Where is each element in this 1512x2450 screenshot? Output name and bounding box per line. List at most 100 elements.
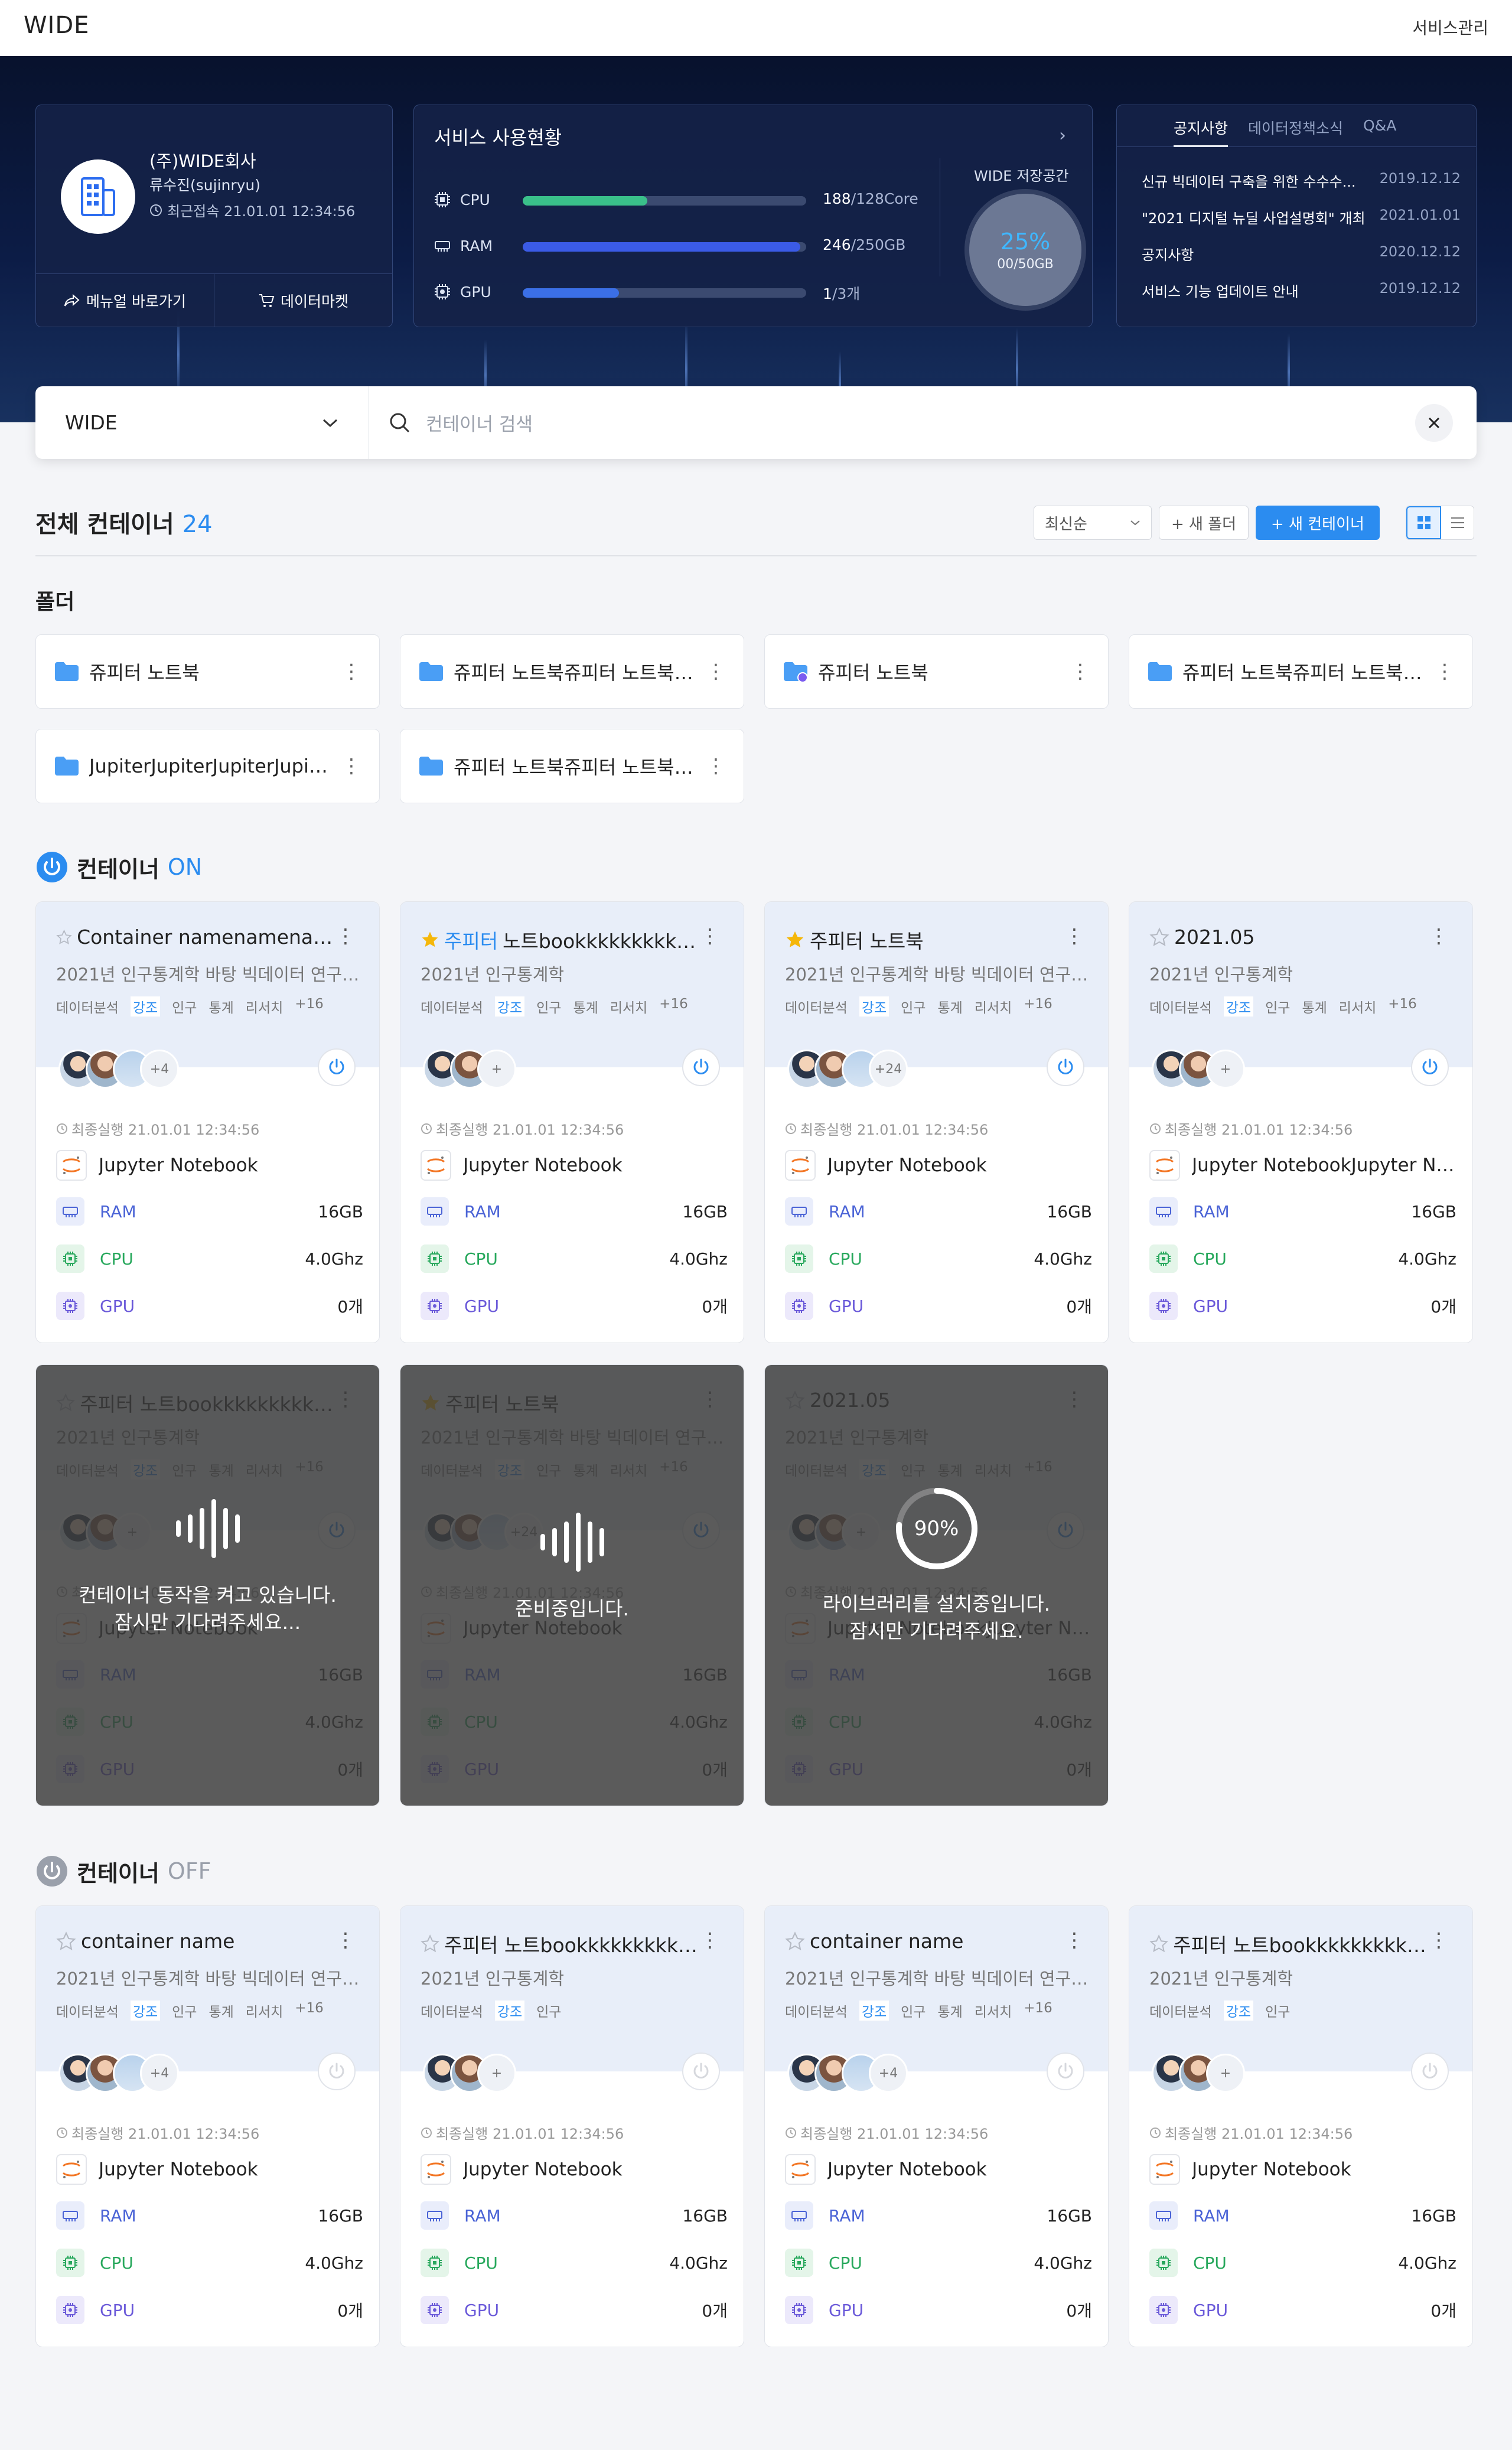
power-toggle-button[interactable]: [1047, 1048, 1084, 1086]
grid-view-button[interactable]: [1406, 506, 1441, 539]
tag[interactable]: +16: [659, 996, 688, 1017]
new-container-button[interactable]: + 새 컨테이너: [1256, 506, 1380, 540]
more-members-badge[interactable]: +24: [869, 1050, 908, 1089]
tag[interactable]: 강조: [1223, 996, 1254, 1017]
tag[interactable]: 인구: [172, 996, 197, 1017]
service-management-link[interactable]: 서비스관리: [1412, 15, 1488, 39]
card-title[interactable]: 2021.05: [1149, 926, 1427, 949]
tag[interactable]: 인구: [536, 2001, 561, 2021]
notice-item[interactable]: 공지사항 2020.12.12: [1142, 243, 1461, 280]
tag[interactable]: 통계: [573, 996, 598, 1017]
tag[interactable]: 인구: [1265, 996, 1290, 1017]
container-card[interactable]: 주피터 노트북⋮2021년 인구통계학 바탕 빅데이터 연구용 프로젝트데이터분…: [764, 901, 1109, 1343]
container-card[interactable]: Container namenamenamename⋮ 2021년 인구통계학 바…: [35, 901, 380, 1343]
tag[interactable]: 통계: [208, 2001, 233, 2021]
tag[interactable]: 리서치: [246, 2001, 283, 2021]
tag[interactable]: 데이터분석: [1149, 2001, 1212, 2021]
power-toggle-button[interactable]: [1411, 1048, 1449, 1086]
folder-item[interactable]: 쥬피터 노트북쥬피터 노트북쥬피터 ⋮: [400, 729, 744, 803]
container-card[interactable]: 주피터 노트bookkkkkkkkkkkk⋮2021년 인구통계학데이터분석강조…: [35, 1364, 380, 1806]
folder-item[interactable]: 쥬피터 노트북 ⋮: [764, 634, 1109, 709]
more-options-icon[interactable]: ⋮: [1429, 924, 1449, 948]
tag[interactable]: 통계: [937, 996, 962, 1017]
more-members-badge[interactable]: +4: [140, 2054, 179, 2093]
more-options-icon[interactable]: ⋮: [1064, 924, 1084, 948]
container-card[interactable]: 주피터 노트bookkkkkkkkkkkk ⋮ 2021년 인구통계학 데이터분석 강조 인…: [400, 901, 744, 1343]
star-outline-icon[interactable]: [785, 1931, 805, 1951]
app-logo[interactable]: WIDE: [24, 12, 89, 39]
tag[interactable]: 강조: [494, 2001, 525, 2021]
tag[interactable]: 데이터분석: [785, 2001, 848, 2021]
card-title[interactable]: Container namenamenamename: [56, 926, 334, 949]
new-folder-button[interactable]: + 새 폴더: [1159, 506, 1249, 540]
card-title[interactable]: 주피터 노트bookkkkkkkkkkkk: [421, 926, 698, 954]
more-members-badge[interactable]: +: [1206, 1050, 1245, 1089]
clear-search-button[interactable]: [1415, 403, 1453, 442]
notice-item[interactable]: 신규 빅데이터 구축을 위한 수수수... 2019.12.12: [1142, 170, 1461, 207]
more-options-icon[interactable]: ⋮: [1070, 662, 1090, 682]
container-card[interactable]: container name ⋮ 2021년 인구통계학 바탕 빅데이터 연구용 프…: [764, 1905, 1109, 2347]
power-toggle-button[interactable]: [1411, 2052, 1449, 2090]
power-toggle-button[interactable]: [682, 1048, 720, 1086]
container-card[interactable]: 주피터 노트북⋮2021년 인구통계학 바탕 빅데이터 연구용 프로젝트데이터분…: [400, 1364, 744, 1806]
more-options-icon[interactable]: ⋮: [335, 924, 356, 948]
tag[interactable]: 인구: [172, 2001, 197, 2021]
tag[interactable]: 통계: [208, 996, 233, 1017]
tag[interactable]: +16: [295, 996, 324, 1017]
star-filled-icon[interactable]: [421, 930, 439, 950]
notice-item[interactable]: "2021 디지털 뉴딜 사업설명회" 개최 2021.01.01: [1142, 207, 1461, 243]
tab-qna[interactable]: Q&A: [1363, 117, 1396, 147]
tag[interactable]: 인구: [901, 996, 926, 1017]
tag[interactable]: 강조: [130, 2001, 161, 2021]
folder-item[interactable]: 쥬피터 노트북쥬피터 노트북쥬피터 ⋮: [400, 634, 744, 709]
tag[interactable]: 통계: [1302, 996, 1327, 1017]
more-options-icon[interactable]: ⋮: [1064, 1928, 1084, 1952]
tag[interactable]: 리서치: [1339, 996, 1376, 1017]
power-toggle-button[interactable]: [682, 2052, 720, 2090]
card-title[interactable]: 주피터 노트북: [785, 926, 1063, 954]
workspace-select[interactable]: WIDE: [35, 386, 369, 459]
power-toggle-button[interactable]: [318, 2052, 356, 2090]
more-options-icon[interactable]: ⋮: [700, 924, 720, 948]
container-card[interactable]: 주피터 노트bookkkkkkkkkkkk⋮2021년 인구통계학데이터분석강조…: [1129, 1905, 1473, 2347]
tag[interactable]: 강조: [859, 2001, 889, 2021]
tag[interactable]: 인구: [1265, 2001, 1290, 2021]
tag[interactable]: 통계: [937, 2001, 962, 2021]
more-members-badge[interactable]: +4: [140, 1050, 179, 1089]
tag[interactable]: 데이터분석: [1149, 996, 1212, 1017]
star-outline-icon[interactable]: [421, 1934, 439, 1954]
tag[interactable]: 리서치: [610, 996, 647, 1017]
card-title[interactable]: 주피터 노트bookkkkkkkkkkkk: [1149, 1930, 1427, 1958]
list-view-button[interactable]: [1441, 506, 1474, 539]
star-outline-icon[interactable]: [56, 927, 72, 947]
tag[interactable]: 데이터분석: [785, 996, 848, 1017]
tag[interactable]: 데이터분석: [56, 2001, 119, 2021]
manual-shortcut-button[interactable]: 메뉴얼 바로가기: [36, 274, 214, 327]
tag[interactable]: 리서치: [975, 2001, 1012, 2021]
more-options-icon[interactable]: ⋮: [700, 1928, 720, 1952]
card-title[interactable]: container name: [56, 1930, 334, 1953]
tag[interactable]: +16: [1388, 996, 1417, 1017]
chevron-right-icon[interactable]: ›: [1059, 125, 1066, 146]
card-title[interactable]: container name: [785, 1930, 1063, 1953]
more-options-icon[interactable]: ⋮: [341, 662, 361, 682]
power-toggle-button[interactable]: [318, 1048, 356, 1086]
tag[interactable]: 데이터분석: [421, 996, 483, 1017]
more-options-icon[interactable]: ⋮: [706, 662, 726, 682]
more-members-badge[interactable]: +: [477, 2054, 516, 2093]
tag[interactable]: +16: [1024, 2001, 1052, 2021]
card-title[interactable]: 주피터 노트bookkkkkkkkkkkk: [421, 1930, 698, 1958]
folder-item[interactable]: JupiterJupiterJupiterJupiter ⋮: [35, 729, 380, 803]
tag[interactable]: 강조: [494, 996, 525, 1017]
tag[interactable]: 강조: [130, 996, 161, 1017]
more-options-icon[interactable]: ⋮: [335, 1928, 356, 1952]
more-options-icon[interactable]: ⋮: [706, 756, 726, 776]
tag[interactable]: 리서치: [246, 996, 283, 1017]
sort-select[interactable]: 최신순: [1034, 506, 1152, 540]
tag[interactable]: 데이터분석: [421, 2001, 483, 2021]
tag[interactable]: 인구: [901, 2001, 926, 2021]
star-filled-icon[interactable]: [785, 930, 805, 950]
more-members-badge[interactable]: +4: [869, 2054, 908, 2093]
tag[interactable]: +16: [295, 2001, 324, 2021]
tab-notice[interactable]: 공지사항: [1174, 117, 1228, 147]
